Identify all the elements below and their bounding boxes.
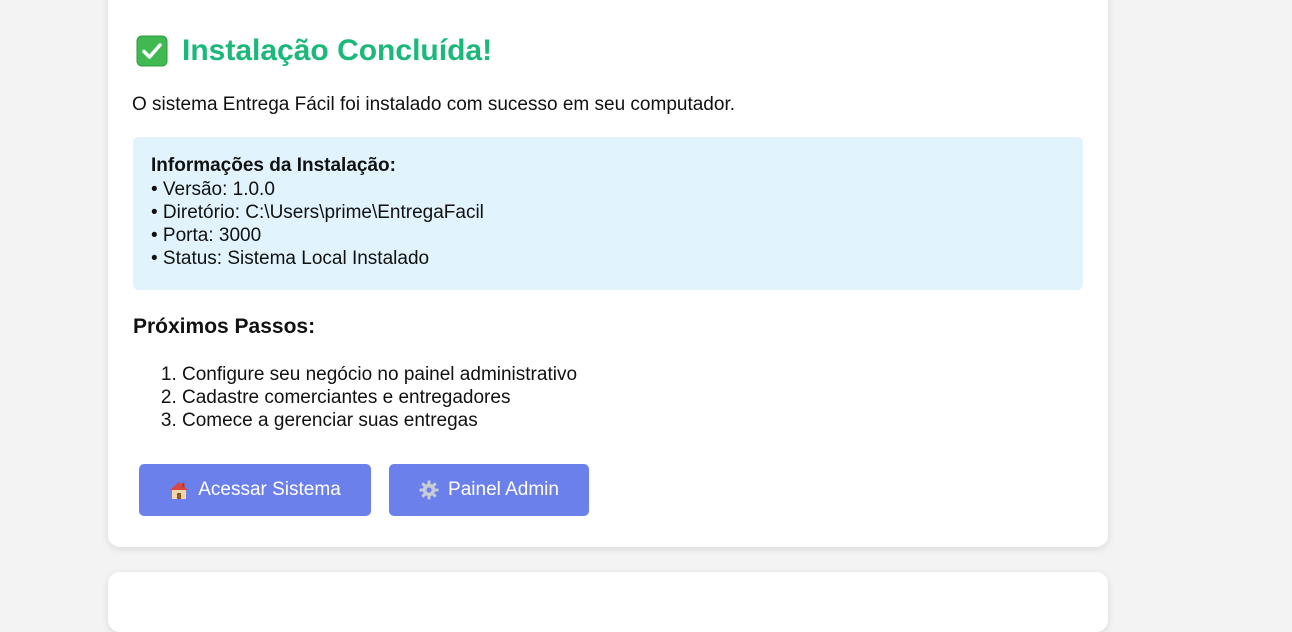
list-item: Comece a gerenciar suas entregas — [182, 409, 577, 432]
next-card — [108, 572, 1108, 632]
info-directory: • Diretório: C:\Users\prime\EntregaFacil — [151, 202, 484, 223]
access-system-label: Acessar Sistema — [198, 479, 341, 500]
admin-panel-label: Painel Admin — [448, 479, 559, 500]
list-item: Cadastre comerciantes e entregadores — [182, 386, 577, 409]
gear-icon — [419, 480, 439, 500]
installation-info-box: Informações da Instalação: • Versão: 1.0… — [133, 137, 1083, 290]
page-title: Instalação Concluída! — [182, 34, 493, 67]
info-version: • Versão: 1.0.0 — [151, 179, 275, 200]
list-item: Configure seu negócio no painel administ… — [182, 363, 577, 386]
info-port: • Porta: 3000 — [151, 225, 262, 246]
next-steps-heading: Próximos Passos: — [133, 315, 316, 338]
info-heading: Informações da Instalação: — [151, 155, 396, 176]
house-icon — [169, 480, 189, 500]
next-steps-list: Configure seu negócio no painel administ… — [133, 363, 577, 432]
admin-panel-button[interactable]: Painel Admin — [389, 464, 589, 516]
title-row: Instalação Concluída! — [136, 32, 492, 70]
access-system-button[interactable]: Acessar Sistema — [139, 464, 371, 516]
info-status: • Status: Sistema Local Instalado — [151, 248, 430, 269]
check-mark-icon — [136, 35, 168, 67]
install-success-message: O sistema Entrega Fácil foi instalado co… — [132, 94, 735, 115]
